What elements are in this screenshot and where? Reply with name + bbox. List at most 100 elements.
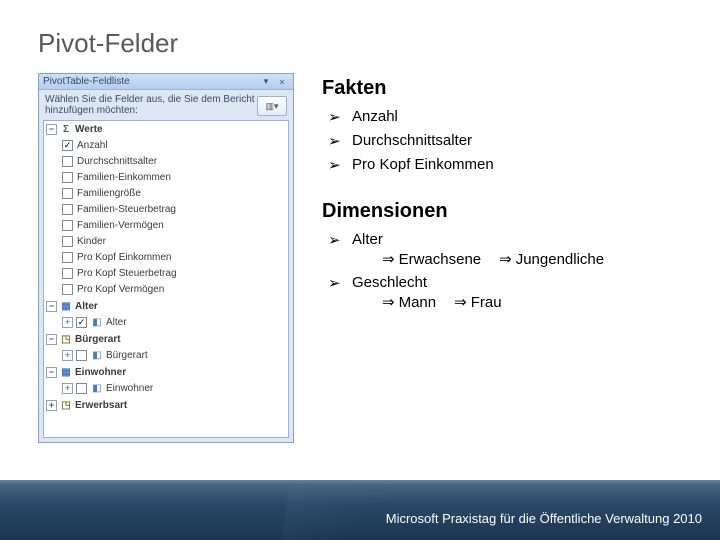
field-label: Familien-Vermögen [77,220,288,231]
dimension-content: Alter⇒Erwachsene⇒Jungendliche [352,231,604,268]
field-checkbox[interactable] [62,204,73,215]
field-checkbox[interactable] [62,220,73,231]
field-group-header[interactable]: −▦Alter [44,299,288,314]
facts-heading: Fakten [322,77,720,100]
member-label: Frau [471,294,502,311]
fact-label: Pro Kopf Einkommen [352,156,494,173]
expand-toggle-icon[interactable]: − [46,124,57,135]
dimension-content: Geschlecht⇒Mann⇒Frau [352,274,502,311]
field-checkbox[interactable] [76,317,87,328]
dimension-member: ⇒Mann [382,293,436,311]
group-type-icon: ◳ [60,400,72,411]
field-label: Pro Kopf Steuerbetrag [77,268,288,279]
bullet-icon: ➢ [328,108,342,126]
field-checkbox[interactable] [76,383,87,394]
bullet-icon: ➢ [328,274,342,292]
field-checkbox[interactable] [76,350,87,361]
group-type-icon: ▦ [60,367,72,378]
instruction-text: Wählen Sie die Felder aus, die Sie dem B… [45,94,257,116]
field-group-header[interactable]: −▦Einwohner [44,365,288,380]
expand-toggle-icon[interactable]: − [46,334,57,345]
field-item[interactable]: + ◧Alter [44,314,288,330]
member-label: Erwachsene [399,251,482,268]
member-label: Jungendliche [516,251,604,268]
implies-icon: ⇒ [499,250,512,268]
hierarchy-icon: ◧ [91,350,103,361]
slide-title: Pivot-Felder [0,0,720,67]
field-item[interactable]: Familien-Steuerbetrag [44,201,288,217]
field-group-header[interactable]: −ΣWerte [44,122,288,137]
expand-toggle-icon[interactable]: + [62,383,73,394]
group-label: Werte [75,124,288,135]
dimension-bullet: ➢ Geschlecht⇒Mann⇒Frau [328,274,720,311]
field-checkbox[interactable] [62,284,73,295]
footer-text: Microsoft Praxistag für die Öffentliche … [386,511,702,526]
expand-toggle-icon[interactable]: + [62,350,73,361]
dimensions-heading: Dimensionen [322,200,720,223]
field-checkbox[interactable] [62,172,73,183]
panel-menu-dropdown-icon[interactable]: ▾ [259,76,273,88]
implies-icon: ⇒ [454,293,467,311]
field-label: Familiengröße [77,188,288,199]
field-group: +◳Erwerbsart [44,397,288,414]
group-type-icon: Σ [60,124,72,135]
field-checkbox[interactable] [62,252,73,263]
field-item[interactable]: Durchschnittsalter [44,153,288,169]
group-label: Einwohner [75,367,288,378]
group-label: Bürgerart [75,334,288,345]
field-group: −◳Bürgerart + ◧ Bürgerart [44,331,288,364]
field-checkbox[interactable] [62,156,73,167]
field-label: Familien-Steuerbetrag [77,204,288,215]
field-group: −ΣWerte Anzahl Durchschnittsalter Familien-… [44,121,288,298]
field-group-header[interactable]: +◳Erwerbsart [44,398,288,413]
dimension-bullet: ➢Alter⇒Erwachsene⇒Jungendliche [328,231,720,268]
hierarchy-icon: ◧ [91,317,103,328]
member-label: Mann [399,294,437,311]
field-label: Durchschnittsalter [77,156,288,167]
field-group: −▦Einwohner + ◧ Einwohner [44,364,288,397]
group-type-icon: ▦ [60,301,72,312]
field-item[interactable]: Familiengröße [44,185,288,201]
field-item[interactable]: Pro Kopf Einkommen [44,249,288,265]
instruction-row: Wählen Sie die Felder aus, die Sie dem B… [39,90,293,118]
field-item[interactable]: Familien-Vermögen [44,217,288,233]
dimension-members: ⇒ Erwachsene ⇒Jungendliche [382,250,604,268]
field-item[interactable]: Familien-Einkommen [44,169,288,185]
fact-bullet: ➢Durchschnittsalter [328,132,720,150]
field-item[interactable]: Pro Kopf Steuerbetrag [44,265,288,281]
expand-toggle-icon[interactable]: − [46,367,57,378]
facts-list: ➢ Anzahl ➢Durchschnittsalter ➢ Pro Kopf Eink… [328,108,720,174]
field-item[interactable]: +◧Einwohner [44,380,288,396]
hierarchy-icon: ◧ [91,383,103,394]
field-list-area[interactable]: −ΣWerteAnzahlDurchschnittsalterFamilien-… [43,120,289,438]
bullet-icon: ➢ [328,231,342,249]
field-label: Familien-Einkommen [77,172,288,183]
field-group-header[interactable]: −◳Bürgerart [44,332,288,347]
panel-header: PivotTable-Feldliste ▾ × [39,74,293,90]
field-item[interactable]: +◧Bürgerart [44,347,288,363]
group-label: Erwerbsart [75,400,288,411]
field-label: Anzahl [77,140,288,151]
bullet-icon: ➢ [328,156,342,174]
field-checkbox[interactable] [62,188,73,199]
fact-label: Anzahl [352,108,398,125]
field-item[interactable]: Kinder [44,233,288,249]
field-item[interactable]: Anzahl [44,137,288,153]
field-label: Alter [106,317,288,328]
dimensions-list: ➢Alter⇒Erwachsene⇒Jungendliche➢Geschlech… [328,231,720,311]
field-checkbox[interactable] [62,268,73,279]
field-checkbox[interactable] [62,236,73,247]
panel-title: PivotTable-Feldliste [43,76,257,87]
dimension-member: ⇒Jungendliche [499,250,604,268]
layout-options-button[interactable]: ▥ ▾ [257,96,287,116]
field-item[interactable]: Pro Kopf Vermögen [44,281,288,297]
expand-toggle-icon[interactable]: + [46,400,57,411]
field-label: Kinder [77,236,288,247]
close-icon[interactable]: × [275,76,289,88]
implies-icon: ⇒ [382,293,395,311]
expand-toggle-icon[interactable]: + [62,317,73,328]
footer-decorative-image [282,480,479,540]
field-checkbox[interactable] [62,140,73,151]
dimension-members: ⇒Mann⇒Frau [382,293,502,311]
expand-toggle-icon[interactable]: − [46,301,57,312]
